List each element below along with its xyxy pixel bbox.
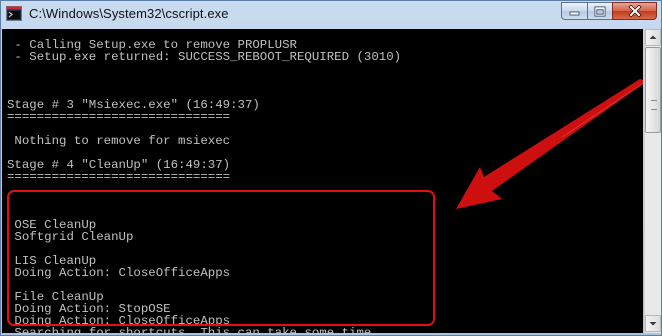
console-output[interactable]: - Calling Setup.exe to remove PROPLUSR -… (2, 29, 643, 333)
cleanup-highlight-box (7, 190, 435, 326)
scroll-up-button[interactable] (645, 29, 661, 46)
red-pointer-arrow-icon (456, 79, 643, 209)
scroll-grip-icon (651, 100, 657, 110)
close-button[interactable] (612, 2, 657, 20)
minimize-button[interactable] (561, 2, 588, 20)
scroll-up-icon (649, 35, 657, 39)
title-bar[interactable]: C:\Windows\System32\cscript.exe (1, 1, 661, 28)
vertical-scrollbar[interactable] (644, 29, 661, 333)
maximize-button[interactable] (587, 2, 613, 20)
scroll-thumb[interactable] (645, 47, 661, 133)
console-app-icon (6, 6, 22, 21)
maximize-icon (594, 6, 606, 16)
console-window: C:\Windows\System32\cscript.exe - Callin… (0, 0, 662, 336)
console-line: Searching for shortcuts. This can take s… (7, 326, 402, 333)
minimize-icon (569, 11, 580, 15)
scroll-down-icon (649, 322, 657, 326)
console-line: - Setup.exe returned: SUCCESS_REBOOT_REQ… (7, 50, 402, 64)
close-icon (627, 5, 642, 17)
scroll-down-button[interactable] (645, 315, 661, 332)
window-title: C:\Windows\System32\cscript.exe (29, 6, 229, 21)
console-line: ============================== (7, 110, 231, 124)
console-line: Nothing to remove for msiexec (7, 134, 231, 148)
console-line: ============================== (7, 170, 231, 184)
